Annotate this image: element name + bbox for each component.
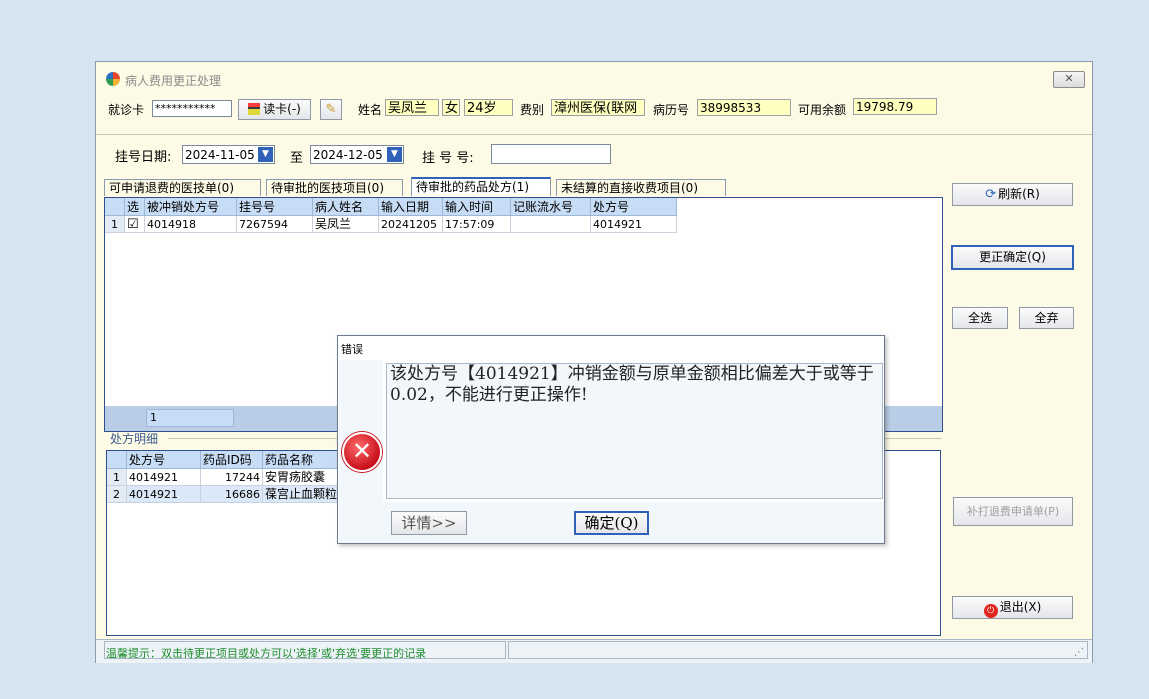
cell-drug-id: 17244 [201, 469, 263, 486]
row-number: 2 [107, 486, 127, 503]
status-panel-right [508, 641, 1088, 659]
select-all-button[interactable]: 全选 [952, 307, 1008, 329]
broom-clear-button[interactable]: ✎ [320, 99, 342, 120]
cell-rx: 4014921 [591, 216, 677, 233]
card-reader-icon [248, 103, 261, 115]
read-card-label: 读卡(-) [263, 102, 301, 116]
window-title: 病人费用更正处理 [125, 74, 222, 88]
exit-button[interactable]: ⏻ 退出(X) [952, 596, 1073, 619]
status-hint: 温馨提示：双击待更正项目或处方可以'选择'或'弃选'要更正的记录 [106, 647, 427, 660]
footer-count: 1 [146, 409, 234, 427]
reg-input[interactable] [491, 144, 611, 164]
cell-date: 20241205 [379, 216, 443, 233]
card-input[interactable]: *********** [152, 100, 232, 117]
exit-label: 退出(X) [999, 600, 1042, 614]
app-logo-icon [106, 72, 120, 86]
col-detail-rx[interactable]: 处方号 [127, 451, 201, 469]
name-label: 姓名 [358, 103, 383, 117]
error-icon: ✕ [342, 432, 382, 472]
reg-label: 挂 号 号: [422, 151, 474, 166]
read-card-button[interactable]: 读卡(-) [238, 99, 311, 120]
date-to-dropdown-icon[interactable]: ▼ [387, 147, 402, 162]
cell-reg: 7267594 [237, 216, 313, 233]
cell-orig-rx: 4014918 [145, 216, 237, 233]
record-label: 病历号 [653, 103, 690, 117]
balance-label: 可用余额 [798, 103, 847, 117]
table-row[interactable]: 1 ☑ 4014918 7267594 吴凤兰 20241205 17:57:0… [105, 216, 677, 233]
row-number: 1 [105, 216, 125, 233]
refresh-button[interactable]: ⟳ 刷新(R) [952, 183, 1073, 206]
close-button[interactable]: ✕ [1053, 71, 1085, 88]
col-time[interactable]: 输入时间 [443, 198, 511, 216]
ok-button[interactable]: 确定(Q) [574, 511, 649, 535]
col-orig-rx[interactable]: 被冲销处方号 [145, 198, 237, 216]
broom-icon: ✎ [325, 102, 337, 117]
cell-time: 17:57:09 [443, 216, 511, 233]
cell-detail-rx: 4014921 [127, 469, 201, 486]
title-bar: 病人费用更正处理 ✕ [96, 62, 1092, 91]
cell-name: 吴凤兰 [313, 216, 379, 233]
date-from-dropdown-icon[interactable]: ▼ [258, 147, 273, 162]
col-name[interactable]: 病人姓名 [313, 198, 379, 216]
reprint-refund-button[interactable]: 补打退费申请单(P) [953, 497, 1073, 526]
col-rx[interactable]: 处方号 [591, 198, 677, 216]
tab-strip: 可申请退费的医技单(0) 待审批的医技项目(0) 待审批的药品处方(1) 未结算… [104, 177, 944, 198]
name-field[interactable]: 吴凤兰 [385, 99, 439, 116]
date-from-input[interactable]: 2024-11-05 ▼ [182, 145, 275, 164]
tab-refundable-tech[interactable]: 可申请退费的医技单(0) [104, 179, 261, 196]
refresh-label: 刷新(R) [998, 187, 1040, 201]
detail-corner [107, 451, 127, 469]
dialog-title: 错误 [341, 343, 363, 356]
detail-section-label: 处方明细 [110, 432, 159, 446]
row-number: 1 [107, 469, 127, 486]
resize-grip-icon[interactable]: ⋰ [1074, 647, 1084, 658]
balance-field[interactable]: 19798.79 [853, 98, 937, 115]
gender-field[interactable]: 女 [442, 99, 460, 116]
fee-type-field[interactable]: 漳州医保(联网 [551, 99, 645, 116]
refresh-icon: ⟳ [985, 187, 997, 202]
tab-pending-tech[interactable]: 待审批的医技项目(0) [266, 179, 403, 196]
record-field[interactable]: 38998533 [697, 99, 791, 116]
table-row[interactable]: 1 4014921 17244 安胃疡胶囊 [107, 469, 353, 486]
col-select[interactable]: 选 [125, 198, 145, 216]
cell-serial [511, 216, 591, 233]
tab-pending-drug[interactable]: 待审批的药品处方(1) [411, 177, 551, 196]
power-icon: ⏻ [983, 604, 998, 618]
dialog-message: 该处方号【4014921】冲销金额与原单金额相比偏差大于或等于0.02，不能进行… [386, 363, 883, 499]
date-from-value: 2024-11-05 [185, 148, 255, 162]
date-to-input[interactable]: 2024-12-05 ▼ [310, 145, 404, 164]
age-field[interactable]: 24岁 [464, 99, 513, 116]
date-label: 挂号日期: [115, 150, 172, 165]
grid-corner [105, 198, 125, 216]
details-button[interactable]: 详情>> [391, 511, 467, 535]
cell-detail-rx: 4014921 [127, 486, 201, 503]
col-reg[interactable]: 挂号号 [237, 198, 313, 216]
tab-unsettled-direct[interactable]: 未结算的直接收费项目(0) [556, 179, 726, 196]
to-label: 至 [290, 151, 304, 166]
table-row[interactable]: 2 4014921 16686 葆宫止血颗粒 [107, 486, 353, 503]
status-bar: 温馨提示：双击待更正项目或处方可以'选择'或'弃选'要更正的记录 ⋰ [96, 639, 1092, 663]
error-dialog: 错误 ✕ 该处方号【4014921】冲销金额与原单金额相比偏差大于或等于0.02… [337, 335, 885, 544]
col-serial[interactable]: 记账流水号 [511, 198, 591, 216]
row-checkbox[interactable]: ☑ [125, 216, 145, 233]
col-date[interactable]: 输入日期 [379, 198, 443, 216]
card-label: 就诊卡 [108, 103, 145, 117]
fee-type-label: 费别 [520, 103, 545, 117]
confirm-correction-button[interactable]: 更正确定(Q) [951, 245, 1074, 270]
date-to-value: 2024-12-05 [313, 148, 383, 162]
divider [96, 134, 1092, 135]
dialog-button-bar: 详情>> 确定(Q) [339, 502, 884, 543]
cell-drug-id: 16686 [201, 486, 263, 503]
discard-all-button[interactable]: 全弃 [1019, 307, 1074, 329]
col-drug-id[interactable]: 药品ID码 [201, 451, 263, 469]
